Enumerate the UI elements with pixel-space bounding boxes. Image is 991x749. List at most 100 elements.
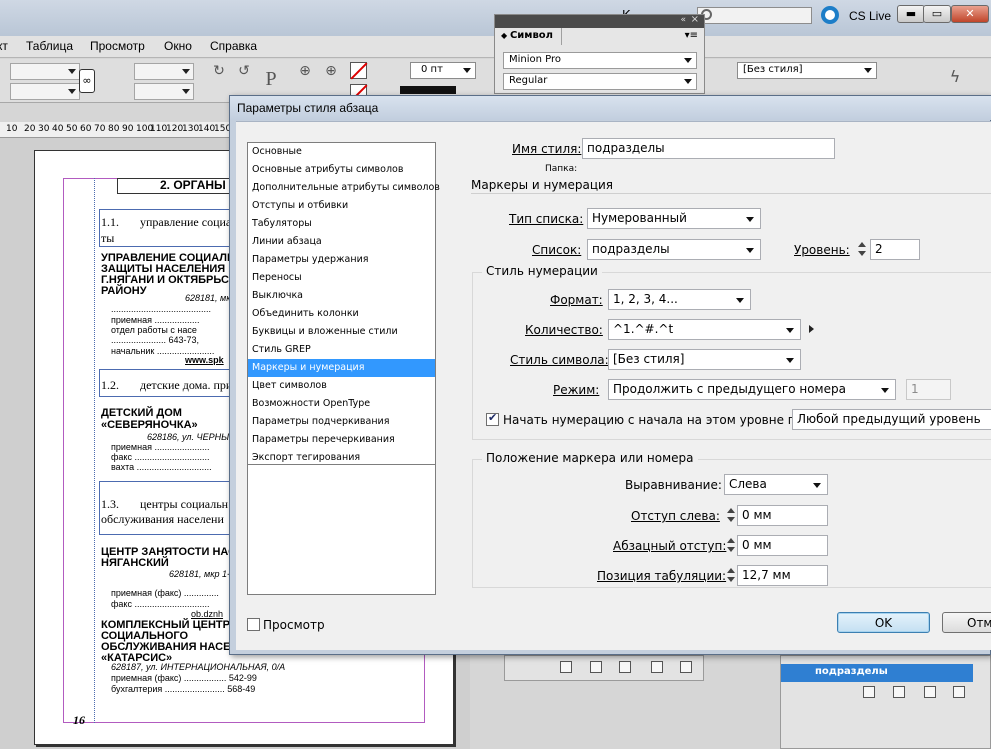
restart-numbering-checkbox[interactable]	[486, 411, 499, 426]
char-style-select[interactable]: [Без стиля]	[608, 349, 801, 370]
category-item-selected[interactable]: Маркеры и нумерация	[248, 359, 435, 377]
align-icon[interactable]: ⊕	[296, 62, 314, 80]
mode-select[interactable]: Продолжить с предыдущего номера	[608, 379, 896, 400]
category-item[interactable]: Дополнительные атрибуты символов	[248, 179, 440, 197]
category-item[interactable]: Цвет символов	[248, 377, 435, 395]
category-item[interactable]: Параметры перечеркивания	[248, 431, 435, 449]
category-item[interactable]: Линии абзаца	[248, 233, 435, 251]
restart-level-select[interactable]: Любой предыдущий уровень	[792, 409, 991, 430]
style-name-input[interactable]: подразделы	[582, 138, 835, 159]
paragraph-style-options-dialog: Параметры стиля абзаца Основные Основные…	[229, 95, 991, 655]
preview-checkbox[interactable]	[247, 618, 260, 631]
folder-icon[interactable]	[863, 686, 875, 698]
trash-icon[interactable]	[680, 661, 692, 673]
category-item[interactable]: Буквицы и вложенные стили	[248, 323, 435, 341]
category-item[interactable]: Основные атрибуты символов	[248, 161, 435, 179]
width-field[interactable]	[134, 63, 194, 80]
format-select[interactable]: 1, 2, 3, 4...	[608, 289, 751, 310]
ruler-tick: 50	[66, 124, 78, 134]
category-item[interactable]: Объединить колонки	[248, 305, 435, 323]
menu-help[interactable]: Справка	[210, 39, 257, 53]
panel-header[interactable]: «×	[495, 14, 704, 28]
category-item[interactable]: Стиль GREP	[248, 341, 435, 359]
type-tool-icon[interactable]: P	[262, 69, 280, 89]
ok-button[interactable]: OK	[837, 612, 930, 633]
left-indent-input[interactable]: 0 мм	[737, 505, 828, 526]
font-family-select[interactable]: Minion Pro	[503, 52, 697, 69]
close-panel-icon[interactable]: ×	[691, 14, 699, 25]
rotate-ccw-icon[interactable]: ↺	[235, 62, 253, 80]
clear-overrides-icon[interactable]	[893, 686, 905, 698]
ruler-tick: 60	[80, 124, 92, 134]
doc-text: обслуживания населени	[101, 512, 224, 526]
new-item-icon[interactable]	[651, 661, 663, 673]
special-chars-menu-icon[interactable]	[809, 325, 814, 333]
restart-numbering-label[interactable]: Начать нумерацию с начала на этом уровне…	[503, 413, 817, 427]
list-type-select[interactable]: Нумерованный	[587, 208, 761, 229]
font-style-select[interactable]: Regular	[503, 73, 697, 90]
cs-live-label[interactable]: CS Live	[849, 9, 891, 23]
preview-label[interactable]: Просмотр	[263, 618, 325, 632]
y-field[interactable]	[10, 83, 80, 100]
panel-tab-icon: ◆	[501, 31, 510, 40]
tab-position-input[interactable]: 12,7 мм	[737, 565, 828, 586]
category-item[interactable]: Отступы и отбивки	[248, 197, 435, 215]
ruler-tick: 30	[38, 124, 50, 134]
link-icon[interactable]	[590, 661, 602, 673]
category-item[interactable]: Параметры подчеркивания	[248, 413, 435, 431]
rotate-icon[interactable]: ↻	[210, 62, 228, 80]
marker-position-group-title: Положение маркера или номера	[482, 451, 698, 465]
cancel-button[interactable]: Отмена	[942, 612, 991, 633]
menu-window[interactable]: Окно	[164, 39, 192, 53]
level-label: Уровень:	[794, 243, 850, 257]
constrain-proportions-icon[interactable]: ∞	[79, 69, 95, 93]
doc-text: приемная ..................	[111, 315, 200, 325]
level-input[interactable]: 2	[870, 239, 920, 260]
menu-view[interactable]: Просмотр	[90, 39, 145, 53]
paragraph-style-select[interactable]: [Без стиля]	[737, 62, 877, 79]
level-stepper[interactable]	[858, 239, 867, 260]
distribute-icon[interactable]: ⊕	[322, 62, 340, 80]
alignment-select[interactable]: Слева	[724, 474, 828, 495]
close-icon: ✕	[965, 7, 975, 20]
number-select[interactable]: ^1.^#.^t	[608, 319, 801, 340]
tab-position-stepper[interactable]	[727, 565, 736, 586]
category-item[interactable]: Переносы	[248, 269, 435, 287]
minimize-button[interactable]: ▬	[897, 5, 925, 23]
new-style-icon[interactable]	[924, 686, 936, 698]
stroke-type-preview[interactable]	[400, 86, 456, 94]
dialog-title[interactable]: Параметры стиля абзаца	[230, 96, 991, 120]
stroke-weight-select[interactable]: 0 пт	[410, 62, 476, 79]
style-row-selected[interactable]: подразделы	[781, 664, 973, 682]
doc-text: ........................................	[111, 304, 212, 314]
list-select[interactable]: подразделы	[587, 239, 761, 260]
category-item[interactable]: Основные	[248, 143, 435, 161]
maximize-button[interactable]: ▭	[923, 5, 951, 23]
left-indent-stepper[interactable]	[727, 505, 736, 526]
category-item[interactable]: Выключка	[248, 287, 435, 305]
tab-character[interactable]: ◆ Символ	[495, 28, 562, 45]
category-list[interactable]: Основные Основные атрибуты символов Допо…	[247, 142, 440, 465]
lightning-icon[interactable]: ϟ	[946, 68, 964, 86]
cs-search-input[interactable]	[697, 7, 812, 24]
close-window-button[interactable]: ✕	[951, 5, 989, 23]
category-item[interactable]: Возможности OpenType	[248, 395, 435, 413]
category-item[interactable]: Табуляторы	[248, 215, 435, 233]
cs-live-icon[interactable]	[821, 6, 839, 24]
trash-icon[interactable]	[953, 686, 965, 698]
doc-heading: 2. ОРГАНЫ	[160, 178, 226, 192]
first-indent-stepper[interactable]	[727, 535, 736, 556]
panel-menu-icon[interactable]: ▾≡	[685, 30, 698, 41]
collapse-icon[interactable]: «	[680, 15, 686, 25]
clear-icon[interactable]	[619, 661, 631, 673]
menu-edit[interactable]: кт	[0, 39, 8, 53]
first-indent-input[interactable]: 0 мм	[737, 535, 828, 556]
folder-icon[interactable]	[560, 661, 572, 673]
height-field[interactable]	[134, 83, 194, 100]
horizontal-ruler: 10 20 30 40 50 60 70 80 90 100 110 120 1…	[0, 122, 231, 138]
x-field[interactable]	[10, 63, 80, 80]
divider	[471, 193, 991, 194]
fill-none-icon[interactable]	[350, 62, 368, 80]
menu-table[interactable]: Таблица	[26, 39, 73, 53]
category-item[interactable]: Параметры удержания	[248, 251, 435, 269]
